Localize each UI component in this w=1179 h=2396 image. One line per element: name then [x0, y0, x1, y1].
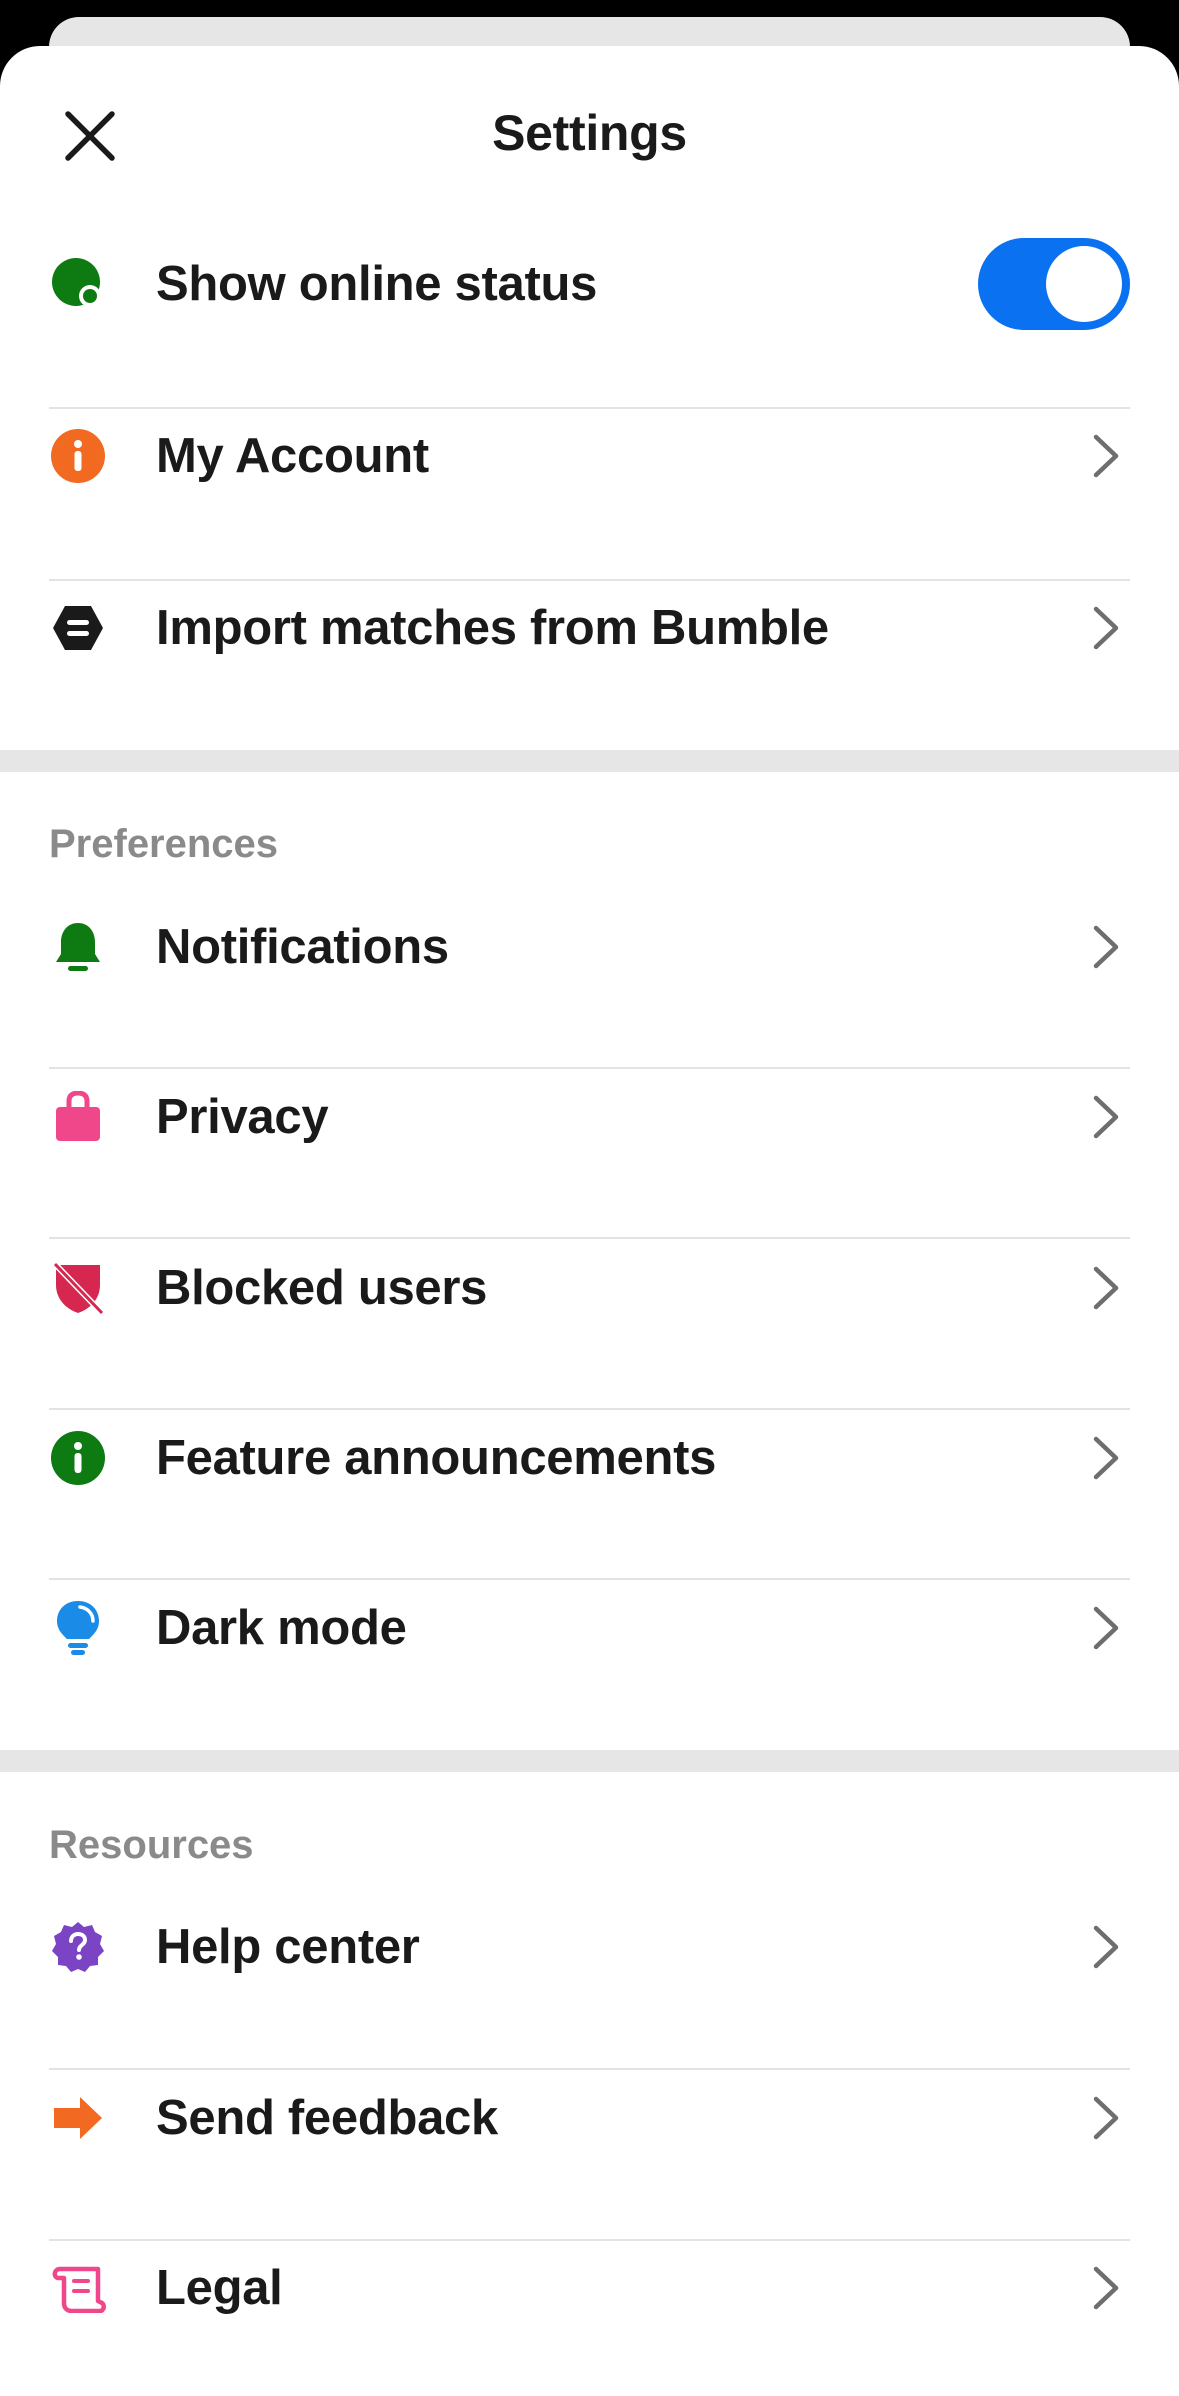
settings-sheet: Settings Show online status My Account I… — [0, 46, 1179, 2396]
privacy-label: Privacy — [156, 1090, 329, 1144]
info-icon — [50, 1430, 106, 1486]
page-title: Settings — [492, 105, 687, 161]
chevron-right-icon — [1093, 1436, 1119, 1480]
chevron-right-icon — [1093, 2096, 1119, 2140]
help-center-row[interactable]: Help center — [0, 1862, 1179, 2032]
bumble-hexagon-icon — [50, 600, 106, 656]
chevron-right-icon — [1093, 606, 1119, 650]
blocked-shield-icon — [50, 1260, 106, 1316]
my-account-label: My Account — [156, 429, 429, 483]
blocked-users-row[interactable]: Blocked users — [0, 1203, 1179, 1373]
blocked-users-label: Blocked users — [156, 1261, 488, 1315]
dark-mode-row[interactable]: Dark mode — [0, 1543, 1179, 1713]
chevron-right-icon — [1093, 1266, 1119, 1310]
chevron-right-icon — [1093, 434, 1119, 478]
import-matches-row[interactable]: Import matches from Bumble — [0, 543, 1179, 713]
preferences-section-title: Preferences — [49, 822, 279, 866]
legal-label: Legal — [156, 2261, 283, 2315]
notifications-label: Notifications — [156, 920, 449, 974]
help-badge-icon — [50, 1919, 106, 1975]
privacy-bag-icon — [50, 1089, 106, 1145]
chevron-right-icon — [1093, 1925, 1119, 1969]
online-status-toggle[interactable] — [978, 238, 1130, 330]
chevron-right-icon — [1093, 1095, 1119, 1139]
my-account-row[interactable]: My Account — [0, 371, 1179, 541]
bell-icon — [50, 919, 106, 975]
dark-mode-label: Dark mode — [156, 1601, 407, 1655]
lightbulb-icon — [50, 1600, 106, 1656]
online-status-row[interactable]: Show online status — [0, 199, 1179, 369]
info-icon — [50, 428, 106, 484]
feature-announcements-label: Feature announcements — [156, 1431, 717, 1485]
chevron-right-icon — [1093, 2266, 1119, 2310]
online-status-icon — [50, 256, 106, 312]
section-separator — [0, 750, 1179, 772]
send-feedback-row[interactable]: Send feedback — [0, 2033, 1179, 2203]
send-feedback-label: Send feedback — [156, 2091, 498, 2145]
legal-row[interactable]: Legal — [0, 2203, 1179, 2373]
toggle-knob — [1046, 246, 1122, 322]
notifications-row[interactable]: Notifications — [0, 862, 1179, 1032]
import-matches-label: Import matches from Bumble — [156, 601, 829, 655]
arrow-right-icon — [50, 2090, 106, 2146]
header: Settings — [0, 46, 1179, 216]
scroll-document-icon — [50, 2260, 106, 2316]
online-status-label: Show online status — [156, 257, 598, 311]
section-separator — [0, 1750, 1179, 1772]
chevron-right-icon — [1093, 1606, 1119, 1650]
feature-announcements-row[interactable]: Feature announcements — [0, 1373, 1179, 1543]
chevron-right-icon — [1093, 925, 1119, 969]
privacy-row[interactable]: Privacy — [0, 1032, 1179, 1202]
help-center-label: Help center — [156, 1920, 420, 1974]
